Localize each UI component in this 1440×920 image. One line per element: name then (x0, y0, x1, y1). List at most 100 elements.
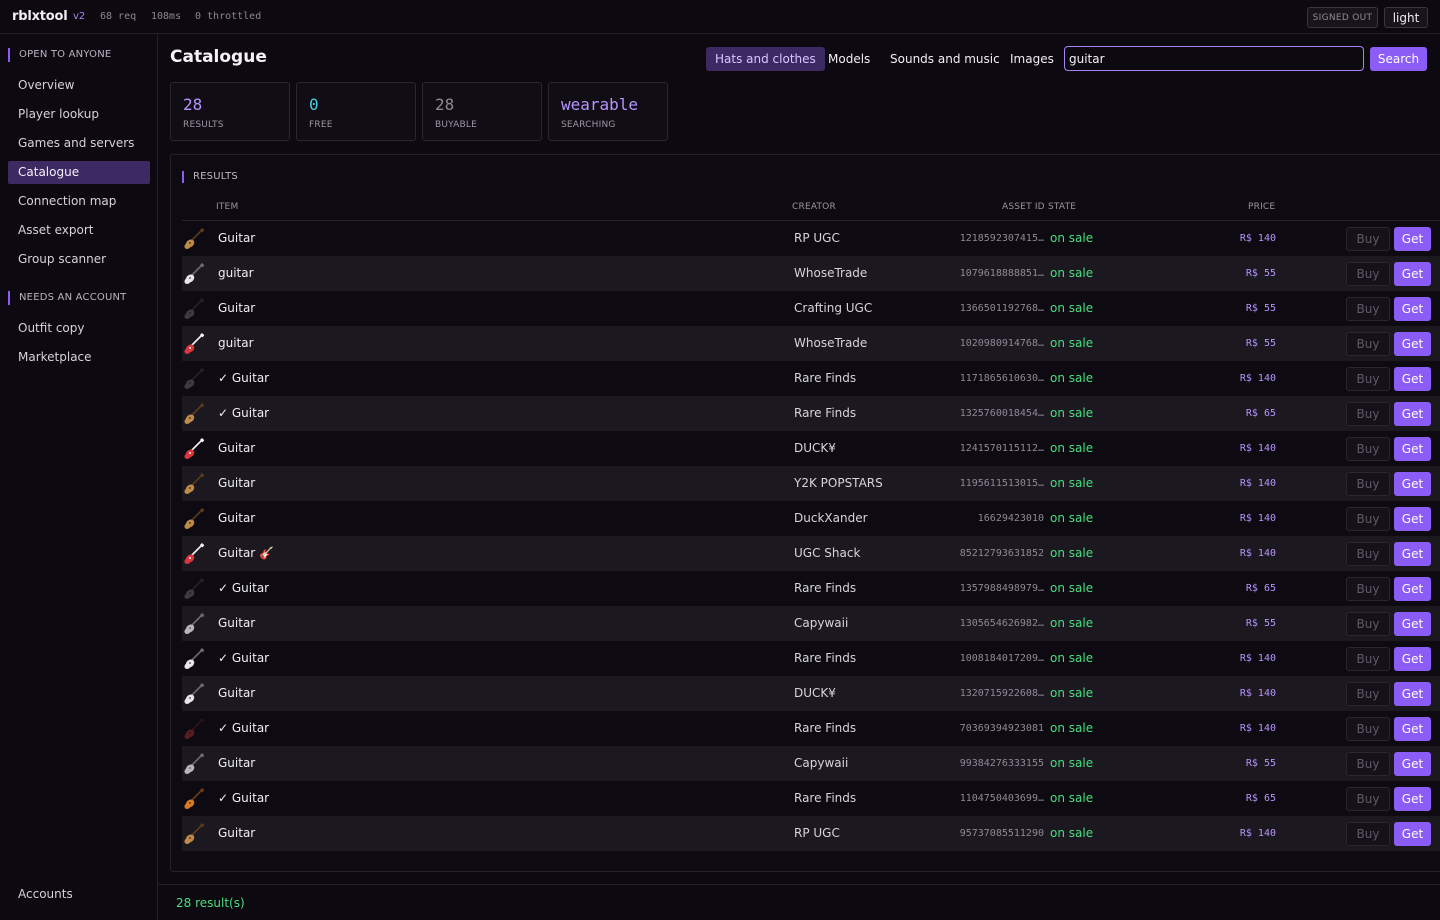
search-button[interactable]: Search (1370, 47, 1427, 71)
buy-button[interactable]: Buy (1346, 332, 1390, 356)
item-creator[interactable]: DUCK¥ (794, 441, 836, 455)
table-row[interactable]: ✓ Guitar Rare Finds 1171865610630… on sale R… (182, 361, 1440, 396)
item-name[interactable]: Guitar (218, 441, 255, 455)
item-creator[interactable]: Rare Finds (794, 371, 856, 385)
table-row[interactable]: Guitar DuckXander 16629423010 on sale R$ 140… (182, 501, 1440, 536)
item-name[interactable]: ✓ Guitar (218, 581, 269, 595)
item-creator[interactable]: Rare Finds (794, 581, 856, 595)
tab-images[interactable]: Images (1001, 47, 1063, 71)
get-button[interactable]: Get (1394, 507, 1431, 531)
get-button[interactable]: Get (1394, 297, 1431, 321)
item-creator[interactable]: RP UGC (794, 231, 840, 245)
item-name[interactable]: ✓ Guitar (218, 721, 269, 735)
item-name[interactable]: ✓ Guitar (218, 371, 269, 385)
table-row[interactable]: Guitar Y2K POPSTARS 1195611513015… on sale R… (182, 466, 1440, 501)
table-row[interactable]: Guitar RP UGC 95737085511290 on sale R$ 140 B… (182, 816, 1440, 851)
get-button[interactable]: Get (1394, 542, 1431, 566)
buy-button[interactable]: Buy (1346, 577, 1390, 601)
table-row[interactable]: guitar WhoseTrade 1079618888851… on sale R$ … (182, 256, 1440, 291)
table-row[interactable]: Guitar RP UGC 1218592307415… on sale R$ 140 B… (182, 221, 1440, 256)
item-name[interactable]: Guitar (218, 826, 255, 840)
sidebar-item-marketplace[interactable]: Marketplace (8, 346, 150, 369)
item-name[interactable]: Guitar (218, 511, 255, 525)
sidebar-item-connection-map[interactable]: Connection map (8, 190, 150, 213)
column-header-state[interactable]: STATE (1048, 202, 1076, 212)
item-name[interactable]: ✓ Guitar (218, 651, 269, 665)
item-name[interactable]: Guitar (218, 231, 255, 245)
sidebar-item-accounts[interactable]: Accounts (18, 887, 73, 901)
search-input[interactable] (1064, 46, 1364, 71)
item-creator[interactable]: WhoseTrade (794, 266, 867, 280)
item-creator[interactable]: Rare Finds (794, 791, 856, 805)
tab-sounds-and-music[interactable]: Sounds and music (881, 47, 1009, 71)
item-creator[interactable]: Capywaii (794, 616, 848, 630)
get-button[interactable]: Get (1394, 717, 1431, 741)
item-creator[interactable]: DUCK¥ (794, 686, 836, 700)
item-creator[interactable]: RP UGC (794, 826, 840, 840)
item-creator[interactable]: DuckXander (794, 511, 868, 525)
buy-button[interactable]: Buy (1346, 752, 1390, 776)
item-creator[interactable]: Rare Finds (794, 651, 856, 665)
item-name[interactable]: Guitar (218, 756, 255, 770)
table-row[interactable]: ✓ Guitar Rare Finds 1008184017209… on sale R… (182, 641, 1440, 676)
item-creator[interactable]: Y2K POPSTARS (794, 476, 883, 490)
get-button[interactable]: Get (1394, 647, 1431, 671)
table-row[interactable]: Guitar Capywaii 1305654626982… on sale R$ 55… (182, 606, 1440, 641)
buy-button[interactable]: Buy (1346, 227, 1390, 251)
table-row[interactable]: ✓ Guitar Rare Finds 70369394923081 on sale R… (182, 711, 1440, 746)
column-header-price[interactable]: PRICE (1248, 202, 1275, 212)
get-button[interactable]: Get (1394, 262, 1431, 286)
get-button[interactable]: Get (1394, 227, 1431, 251)
buy-button[interactable]: Buy (1346, 787, 1390, 811)
get-button[interactable]: Get (1394, 332, 1431, 356)
item-creator[interactable]: Rare Finds (794, 406, 856, 420)
sidebar-item-player-lookup[interactable]: Player lookup (8, 103, 150, 126)
table-row[interactable]: Guitar Crafting UGC 1366501192768… on sale R… (182, 291, 1440, 326)
buy-button[interactable]: Buy (1346, 262, 1390, 286)
sidebar-item-asset-export[interactable]: Asset export (8, 219, 150, 242)
get-button[interactable]: Get (1394, 367, 1431, 391)
item-creator[interactable]: Capywaii (794, 756, 848, 770)
buy-button[interactable]: Buy (1346, 682, 1390, 706)
tab-hats-and-clothes[interactable]: Hats and clothes (706, 47, 825, 71)
buy-button[interactable]: Buy (1346, 822, 1390, 846)
get-button[interactable]: Get (1394, 612, 1431, 636)
buy-button[interactable]: Buy (1346, 717, 1390, 741)
item-creator[interactable]: Rare Finds (794, 721, 856, 735)
item-name[interactable]: ✓ Guitar (218, 406, 269, 420)
item-name[interactable]: Guitar (218, 616, 255, 630)
buy-button[interactable]: Buy (1346, 367, 1390, 391)
get-button[interactable]: Get (1394, 787, 1431, 811)
table-row[interactable]: guitar WhoseTrade 1020980914768… on sale R$ … (182, 326, 1440, 361)
get-button[interactable]: Get (1394, 752, 1431, 776)
item-name[interactable]: Guitar 🎸 (218, 546, 274, 560)
item-name[interactable]: Guitar (218, 686, 255, 700)
get-button[interactable]: Get (1394, 822, 1431, 846)
item-name[interactable]: guitar (218, 266, 254, 280)
item-name[interactable]: guitar (218, 336, 254, 350)
get-button[interactable]: Get (1394, 472, 1431, 496)
buy-button[interactable]: Buy (1346, 507, 1390, 531)
auth-status-button[interactable]: SIGNED OUT (1307, 7, 1378, 28)
table-row[interactable]: ✓ Guitar Rare Finds 1325760018454… on sale R… (182, 396, 1440, 431)
tab-models[interactable]: Models (819, 47, 879, 71)
item-name[interactable]: Guitar (218, 476, 255, 490)
buy-button[interactable]: Buy (1346, 472, 1390, 496)
column-header-asset-id[interactable]: ASSET ID (1002, 202, 1045, 212)
sidebar-item-games-and-servers[interactable]: Games and servers (8, 132, 150, 155)
sidebar-item-group-scanner[interactable]: Group scanner (8, 248, 150, 271)
sidebar-item-outfit-copy[interactable]: Outfit copy (8, 317, 150, 340)
buy-button[interactable]: Buy (1346, 612, 1390, 636)
theme-toggle-button[interactable]: light (1384, 7, 1428, 28)
get-button[interactable]: Get (1394, 437, 1431, 461)
table-row[interactable]: ✓ Guitar Rare Finds 1104750403699… on sale R… (182, 781, 1440, 816)
table-row[interactable]: Guitar DUCK¥ 1241570115112… on sale R$ 140 Bu… (182, 431, 1440, 466)
get-button[interactable]: Get (1394, 402, 1431, 426)
sidebar-item-overview[interactable]: Overview (8, 74, 150, 97)
table-row[interactable]: Guitar DUCK¥ 1320715922608… on sale R$ 140 Bu… (182, 676, 1440, 711)
sidebar-item-catalogue[interactable]: Catalogue (8, 161, 150, 184)
item-creator[interactable]: WhoseTrade (794, 336, 867, 350)
item-creator[interactable]: Crafting UGC (794, 301, 872, 315)
buy-button[interactable]: Buy (1346, 437, 1390, 461)
table-row[interactable]: Guitar 🎸 UGC Shack 85212793631852 on sale R$… (182, 536, 1440, 571)
